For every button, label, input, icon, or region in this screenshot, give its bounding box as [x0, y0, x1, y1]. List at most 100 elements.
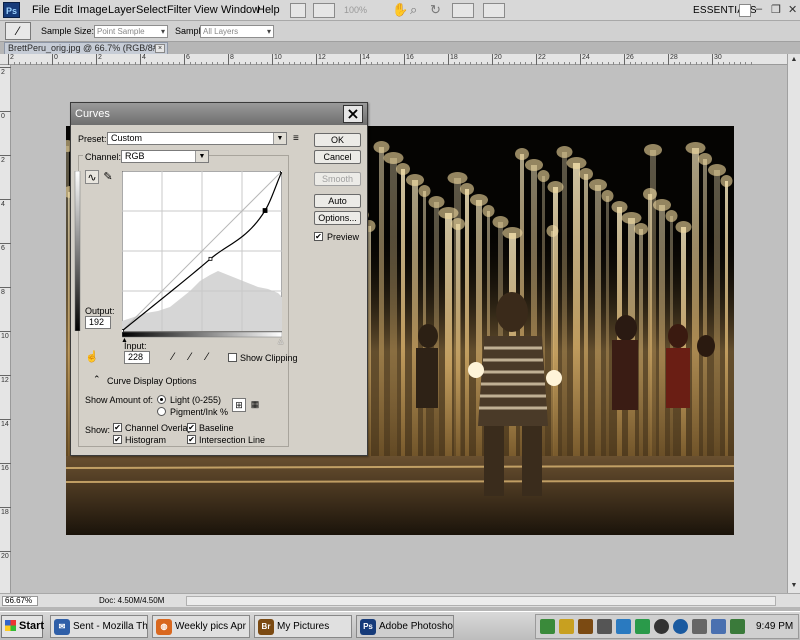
taskbar-button-3[interactable]: Ps Adobe Photosho...: [356, 615, 454, 638]
white-point-slider-icon[interactable]: △: [278, 337, 283, 345]
start-button[interactable]: Start: [1, 615, 45, 638]
zoom-level-display[interactable]: 100%: [344, 5, 367, 15]
clock[interactable]: 9:49 PM: [756, 621, 793, 632]
ruler-horizontal[interactable]: 2 0 2 4 6 8 10 12 14 16 18 20 22 24 26 28 30: [0, 54, 787, 65]
restore-icon[interactable]: ❐: [771, 3, 781, 16]
black-eyedropper-icon[interactable]: ⁄: [166, 350, 180, 364]
eyedropper-icon[interactable]: ⁄: [5, 22, 31, 40]
channel-overlays-checkbox[interactable]: ✔: [113, 423, 122, 432]
sample-select[interactable]: All Layers: [200, 25, 274, 38]
vertical-scrollbar[interactable]: ▲ ▼: [787, 54, 800, 593]
minimize-icon[interactable]: –: [756, 3, 762, 15]
ruler-label: 20: [494, 54, 502, 61]
dialog-close-icon[interactable]: ×: [343, 105, 363, 123]
preset-select[interactable]: Custom ▼: [107, 132, 287, 145]
usb-icon[interactable]: [692, 619, 707, 634]
ruler-tick: [0, 155, 11, 156]
horizontal-scrollbar[interactable]: [186, 596, 776, 606]
curve-point[interactable]: [280, 171, 283, 173]
update-icon[interactable]: [616, 619, 631, 634]
options-button[interactable]: Options...: [314, 211, 361, 225]
arrange-documents-icon[interactable]: [452, 3, 474, 18]
antivirus-icon[interactable]: [654, 619, 669, 634]
rotate-view-icon[interactable]: ↻: [430, 2, 441, 18]
collapse-icon[interactable]: ⌃: [93, 374, 101, 385]
intersection-line-checkbox[interactable]: ✔: [187, 435, 196, 444]
preset-options-icon[interactable]: ≡: [293, 133, 299, 144]
document-size-info[interactable]: Doc: 4.50M/4.50M: [99, 596, 164, 605]
document-tab[interactable]: BrettPeru_orig.jpg @ 66.7% (RGB/8#) ×: [4, 42, 168, 54]
input-field[interactable]: 228: [124, 351, 150, 364]
channel-select[interactable]: RGB ▼: [121, 150, 209, 163]
security-icon[interactable]: [559, 619, 574, 634]
show-clipping-checkbox[interactable]: [228, 353, 237, 362]
ruler-label: 14: [1, 421, 9, 428]
scroll-down-icon[interactable]: ▼: [789, 581, 799, 591]
water-jet: [595, 185, 601, 466]
white-eyedropper-icon[interactable]: ⁄: [200, 350, 214, 364]
menu-filter[interactable]: Filter: [167, 4, 191, 16]
menu-file[interactable]: File: [32, 4, 50, 16]
hand-tool-icon[interactable]: ✋: [392, 2, 408, 18]
chevron-down-icon: ▼: [273, 133, 286, 144]
printer-icon[interactable]: [597, 619, 612, 634]
scroll-up-icon[interactable]: ▲: [789, 55, 799, 65]
water-jet: [606, 196, 609, 466]
start-label: Start: [19, 620, 45, 632]
ok-button[interactable]: OK: [314, 133, 361, 147]
smooth-button[interactable]: Smooth: [314, 172, 361, 186]
curve-point[interactable]: [208, 256, 213, 261]
dialog-title-bar[interactable]: Curves: [71, 103, 367, 125]
menu-image[interactable]: Image: [77, 4, 108, 16]
ruler-tick: [360, 54, 361, 65]
menu-select[interactable]: Select: [136, 4, 167, 16]
view-extras-icon[interactable]: [313, 3, 335, 18]
output-field[interactable]: 192: [85, 316, 111, 329]
sample-size-select[interactable]: Point Sample: [94, 25, 168, 38]
display-icon[interactable]: [730, 619, 745, 634]
tab-close-icon[interactable]: ×: [155, 44, 165, 53]
ruler-label: 12: [1, 377, 9, 384]
taskbar-button-0[interactable]: ✉ Sent - Mozilla Th...: [50, 615, 148, 638]
gray-eyedropper-icon[interactable]: ⁄: [183, 350, 197, 364]
pigment-radio[interactable]: [157, 407, 166, 416]
zoom-tool-icon[interactable]: ⌕: [410, 2, 417, 18]
preview-checkbox[interactable]: ✔: [314, 232, 323, 241]
baseline-checkbox[interactable]: ✔: [187, 423, 196, 432]
curve-point-selected[interactable]: [262, 208, 268, 213]
screen-mode-icon[interactable]: [483, 3, 505, 18]
cancel-button[interactable]: Cancel: [314, 150, 361, 164]
water-jet: [412, 180, 418, 466]
simple-grid-icon[interactable]: ⊞: [232, 398, 246, 412]
network-icon[interactable]: [540, 619, 555, 634]
menu-edit[interactable]: Edit: [54, 4, 73, 16]
menu-help[interactable]: Help: [257, 4, 280, 16]
ruler-label: 30: [714, 54, 722, 61]
curve-edit-points-icon[interactable]: ∿: [85, 170, 99, 184]
menu-layer[interactable]: Layer: [108, 4, 136, 16]
zoom-field[interactable]: 66.67%: [2, 596, 38, 606]
ruler-vertical[interactable]: 2024681012141618202: [0, 65, 11, 604]
curves-graph[interactable]: [122, 171, 282, 338]
water-jet-top: [428, 196, 445, 208]
menu-window[interactable]: Window: [221, 4, 260, 16]
close-icon[interactable]: ✕: [788, 3, 797, 16]
workspace-menu-icon[interactable]: [739, 4, 751, 17]
detailed-grid-icon[interactable]: ▦: [248, 398, 262, 412]
auto-button[interactable]: Auto: [314, 194, 361, 208]
preview-label: Preview: [327, 232, 360, 242]
launch-bridge-icon[interactable]: [290, 3, 306, 18]
histogram-checkbox[interactable]: ✔: [113, 435, 122, 444]
sync-icon[interactable]: [635, 619, 650, 634]
light-radio[interactable]: [157, 395, 166, 404]
taskbar-button-1[interactable]: ◍ Weekly pics Apr ...: [152, 615, 250, 638]
volume-icon[interactable]: [711, 619, 726, 634]
menu-view[interactable]: View: [194, 4, 218, 16]
bridge-tray-icon[interactable]: [578, 619, 593, 634]
hand-adjust-icon[interactable]: ☝: [85, 350, 99, 364]
pencil-draw-icon[interactable]: ✎: [101, 170, 115, 184]
taskbar-button-2[interactable]: Br My Pictures: [254, 615, 352, 638]
curve-display-options-toggle[interactable]: Curve Display Options: [107, 376, 197, 386]
water-jet: [553, 187, 558, 466]
bluetooth-icon[interactable]: [673, 619, 688, 634]
